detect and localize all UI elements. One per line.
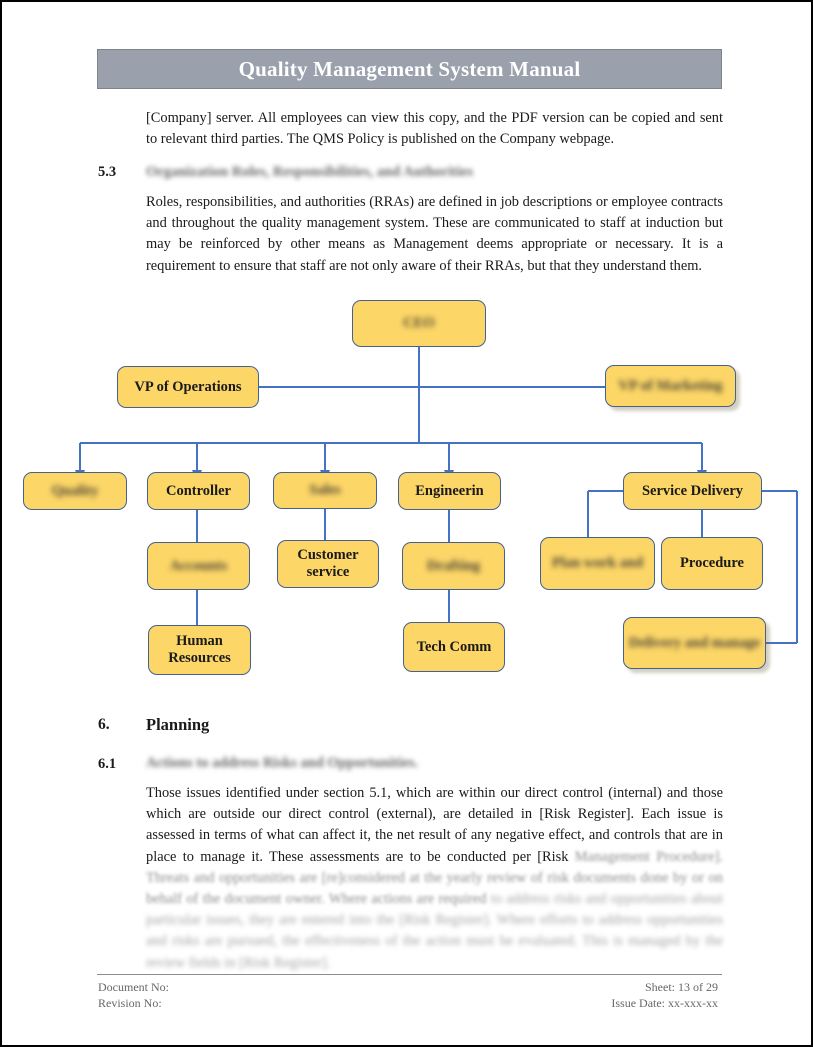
org-node-drafting[interactable]: Drafting [402, 542, 505, 590]
section-6-1-number: 6.1 [98, 756, 117, 772]
org-node-label: CEO [403, 315, 435, 331]
org-node-human-resources[interactable]: Human Resources [148, 625, 251, 675]
org-node-label: Procedure [680, 555, 744, 571]
org-node-sales[interactable]: Sales [273, 472, 377, 509]
org-node-ceo[interactable]: CEO [352, 300, 486, 347]
org-node-engineering[interactable]: Engineerin [398, 472, 501, 510]
org-node-controller[interactable]: Controller [147, 472, 250, 510]
section-5-3-heading: Organization Roles, Responsibilities, an… [146, 164, 474, 180]
org-node-label: Human Resources [168, 633, 231, 666]
org-node-procedure[interactable]: Procedure [661, 537, 763, 590]
org-node-label: Tech Comm [416, 638, 492, 655]
footer-right-block: Sheet: 13 of 29 Issue Date: xx-xxx-xx [611, 979, 718, 1011]
org-node-customer-service[interactable]: Customer service [277, 540, 379, 588]
org-node-label: VP of Marketing [618, 377, 723, 394]
org-node-label: Service Delivery [641, 482, 744, 499]
footer-revision-no: Revision No: [98, 996, 162, 1010]
org-node-label: Engineerin [415, 482, 484, 499]
footer-issue-date: Issue Date: xx-xxx-xx [611, 996, 718, 1010]
org-node-label: Customer service [297, 547, 359, 580]
org-node-label: Plan work and [551, 555, 644, 571]
footer-sheet-number: Sheet: 13 of 29 [645, 980, 718, 994]
org-node-accounts[interactable]: Accounts [147, 542, 250, 590]
org-node-delivery-manage[interactable]: Delivery and manage [623, 617, 766, 669]
page-title: Quality Management System Manual [238, 56, 581, 81]
org-node-plan-work[interactable]: Plan work and [540, 537, 655, 590]
org-node-label: Sales [309, 482, 341, 498]
organization-chart: CEO VP of Operations VP of Marketing Qua… [2, 287, 811, 687]
org-node-label: Accounts [169, 557, 228, 574]
intro-paragraph: [Company] server. All employees can view… [146, 110, 723, 147]
section-5-3-number: 5.3 [98, 164, 117, 180]
footer-left-block: Document No: Revision No: [98, 979, 169, 1011]
section-6-number: 6. [98, 716, 110, 733]
section-5-3-paragraph: Roles, responsibilities, and authorities… [146, 194, 723, 274]
org-node-vp-marketing[interactable]: VP of Marketing [605, 365, 736, 407]
org-node-label: Delivery and manage [628, 634, 761, 651]
section-6-heading: Planning [146, 715, 210, 734]
footer-document-no: Document No: [98, 980, 169, 994]
section-6-1-heading: Actions to address Risks and Opportuniti… [146, 755, 419, 771]
org-node-label: Quality [51, 482, 99, 499]
document-header-banner: Quality Management System Manual [97, 49, 722, 89]
section-6-1-paragraph: Those issues identified under section 5.… [146, 783, 723, 974]
document-page: Quality Management System Manual [Compan… [0, 0, 813, 1047]
org-node-service-delivery[interactable]: Service Delivery [623, 472, 762, 510]
org-node-vp-operations[interactable]: VP of Operations [117, 366, 259, 408]
org-node-label: Controller [166, 482, 231, 499]
org-node-label: VP of Operations [134, 378, 242, 395]
org-node-tech-comm[interactable]: Tech Comm [403, 622, 505, 672]
org-node-quality[interactable]: Quality [23, 472, 127, 510]
org-node-label: Drafting [426, 557, 481, 574]
footer-divider [97, 974, 722, 975]
